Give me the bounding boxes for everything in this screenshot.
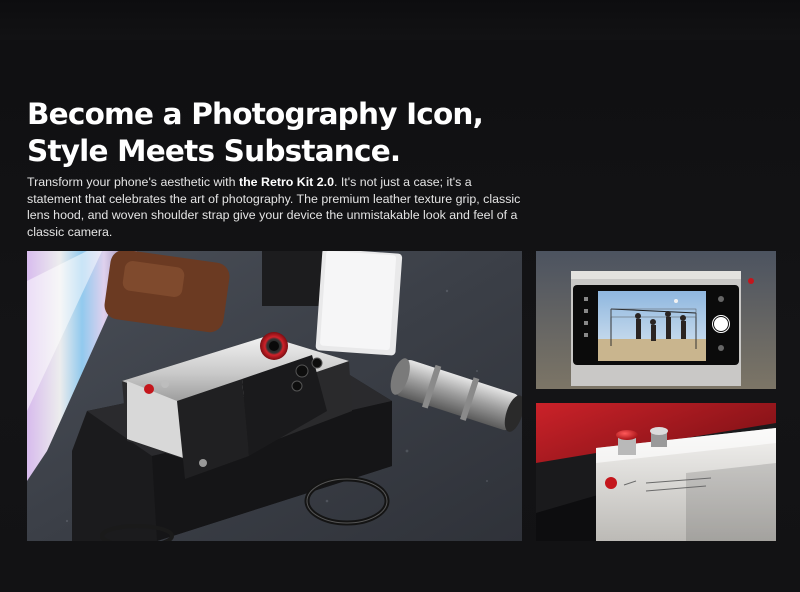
main-product-photo bbox=[27, 251, 522, 541]
page-title: Become a Photography Icon, Style Meets S… bbox=[27, 97, 484, 168]
product-feature-section: Become a Photography Icon, Style Meets S… bbox=[0, 0, 800, 592]
camera-app-photo bbox=[536, 251, 776, 389]
product-description: Transform your phone's aesthetic with th… bbox=[27, 174, 527, 240]
description-prefix: Transform your phone's aesthetic with bbox=[27, 175, 239, 189]
shutter-button-closeup-photo bbox=[536, 403, 776, 541]
product-name: the Retro Kit 2.0 bbox=[238, 175, 334, 189]
top-band bbox=[0, 0, 800, 40]
